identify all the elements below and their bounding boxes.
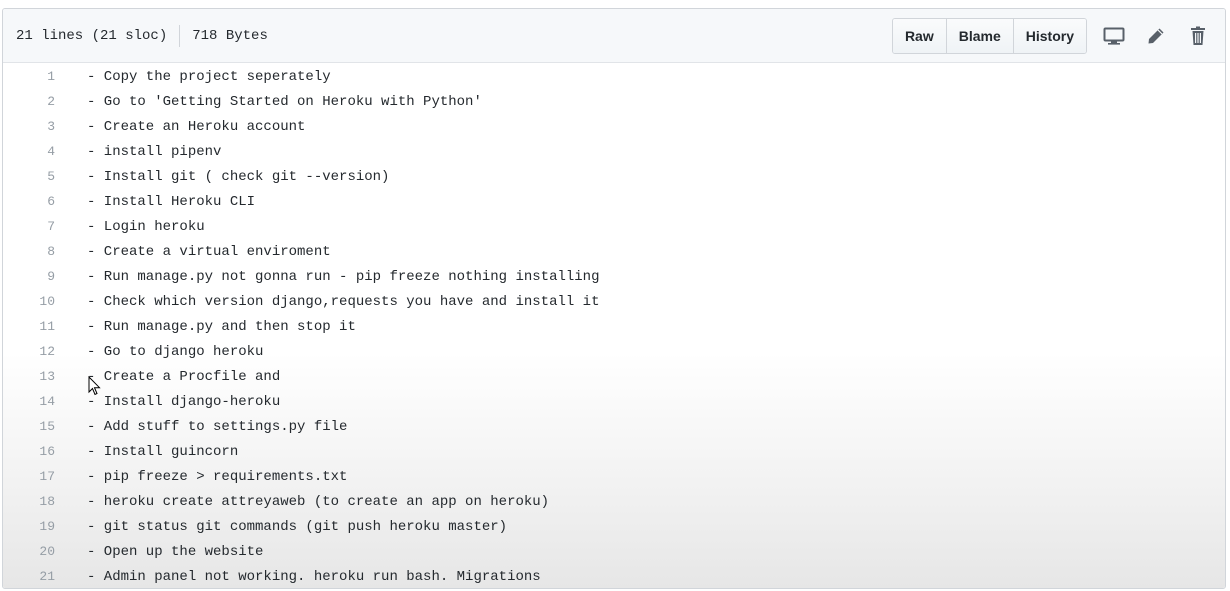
line-number[interactable]: 20 xyxy=(3,544,87,559)
code-line: 15- Add stuff to settings.py file xyxy=(3,414,1225,439)
line-text: - Install django-heroku xyxy=(87,393,281,410)
pencil-icon[interactable] xyxy=(1143,23,1169,49)
trash-icon[interactable] xyxy=(1185,23,1211,49)
code-line: 16- Install guincorn xyxy=(3,439,1225,464)
code-line: 1- Copy the project seperately xyxy=(3,64,1225,89)
line-number[interactable]: 15 xyxy=(3,419,87,434)
line-text: - Admin panel not working. heroku run ba… xyxy=(87,568,541,585)
line-text: - Login heroku xyxy=(87,218,205,235)
file-view: 21 lines (21 sloc) 718 Bytes Raw Blame H… xyxy=(2,8,1226,589)
line-number[interactable]: 19 xyxy=(3,519,87,534)
mouse-cursor-icon xyxy=(88,376,101,396)
line-text: - Install git ( check git --version) xyxy=(87,168,390,185)
code-line: 3- Create an Heroku account xyxy=(3,114,1225,139)
code-body: 1- Copy the project seperately 2- Go to '… xyxy=(3,63,1225,588)
line-number[interactable]: 7 xyxy=(3,219,87,234)
line-number[interactable]: 11 xyxy=(3,319,87,334)
code-line: 12- Go to django heroku xyxy=(3,339,1225,364)
line-text: - pip freeze > requirements.txt xyxy=(87,468,348,485)
line-number[interactable]: 1 xyxy=(3,69,87,84)
line-text: - git status git commands (git push hero… xyxy=(87,518,508,535)
line-number[interactable]: 14 xyxy=(3,394,87,409)
line-text: - Create an Heroku account xyxy=(87,118,306,135)
line-text: - Create a Procfile and xyxy=(87,368,281,385)
file-actions-group: Raw Blame History xyxy=(891,17,1087,54)
line-text: - Go to django heroku xyxy=(87,343,264,360)
line-text: - Install guincorn xyxy=(87,443,239,460)
line-number[interactable]: 6 xyxy=(3,194,87,209)
line-text: - install pipenv xyxy=(87,143,222,160)
code-line: 17- pip freeze > requirements.txt xyxy=(3,464,1225,489)
line-number[interactable]: 5 xyxy=(3,169,87,184)
line-count: 21 lines (21 sloc) xyxy=(16,27,168,44)
line-number[interactable]: 13 xyxy=(3,369,87,384)
file-size: 718 Bytes xyxy=(192,27,268,44)
line-number[interactable]: 2 xyxy=(3,94,87,109)
raw-button[interactable]: Raw xyxy=(892,18,947,53)
line-text: - Run manage.py and then stop it xyxy=(87,318,356,335)
code-line: 10- Check which version django,requests … xyxy=(3,289,1225,314)
code-line: 13- Create a Procfile and xyxy=(3,364,1225,389)
line-number[interactable]: 10 xyxy=(3,294,87,309)
code-line: 8- Create a virtual enviroment xyxy=(3,239,1225,264)
line-text: - Add stuff to settings.py file xyxy=(87,418,348,435)
line-number[interactable]: 12 xyxy=(3,344,87,359)
code-line: 20- Open up the website xyxy=(3,539,1225,564)
blame-button[interactable]: Blame xyxy=(946,18,1014,53)
file-header: 21 lines (21 sloc) 718 Bytes Raw Blame H… xyxy=(3,9,1225,63)
line-text: - Check which version django,requests yo… xyxy=(87,293,600,310)
divider xyxy=(179,24,181,47)
file-info: 21 lines (21 sloc) 718 Bytes xyxy=(16,24,268,47)
line-text: - Install Heroku CLI xyxy=(87,193,256,210)
line-text: - Copy the project seperately xyxy=(87,68,331,85)
code-line: 5- Install git ( check git --version) xyxy=(3,164,1225,189)
code-line: 21- Admin panel not working. heroku run … xyxy=(3,564,1225,588)
code-line: 19- git status git commands (git push he… xyxy=(3,514,1225,539)
code-line: 6- Install Heroku CLI xyxy=(3,189,1225,214)
code-line: 7- Login heroku xyxy=(3,214,1225,239)
line-text: - Go to 'Getting Started on Heroku with … xyxy=(87,93,482,110)
line-text: - Run manage.py not gonna run - pip free… xyxy=(87,268,600,285)
line-number[interactable]: 16 xyxy=(3,444,87,459)
code-line: 14- Install django-heroku xyxy=(3,389,1225,414)
code-line: 11- Run manage.py and then stop it xyxy=(3,314,1225,339)
line-number[interactable]: 18 xyxy=(3,494,87,509)
line-text: - heroku create attreyaweb (to create an… xyxy=(87,493,550,510)
line-text: - Open up the website xyxy=(87,543,264,560)
code-line: 9- Run manage.py not gonna run - pip fre… xyxy=(3,264,1225,289)
line-number[interactable]: 9 xyxy=(3,269,87,284)
line-number[interactable]: 17 xyxy=(3,469,87,484)
line-number[interactable]: 3 xyxy=(3,119,87,134)
code-line: 18- heroku create attreyaweb (to create … xyxy=(3,489,1225,514)
code-line: 4- install pipenv xyxy=(3,139,1225,164)
line-text: - Create a virtual enviroment xyxy=(87,243,331,260)
desktop-icon[interactable] xyxy=(1101,23,1127,49)
code-line: 2- Go to 'Getting Started on Heroku with… xyxy=(3,89,1225,114)
line-number[interactable]: 8 xyxy=(3,244,87,259)
line-number[interactable]: 21 xyxy=(3,569,87,584)
line-number[interactable]: 4 xyxy=(3,144,87,159)
history-button[interactable]: History xyxy=(1013,18,1086,53)
